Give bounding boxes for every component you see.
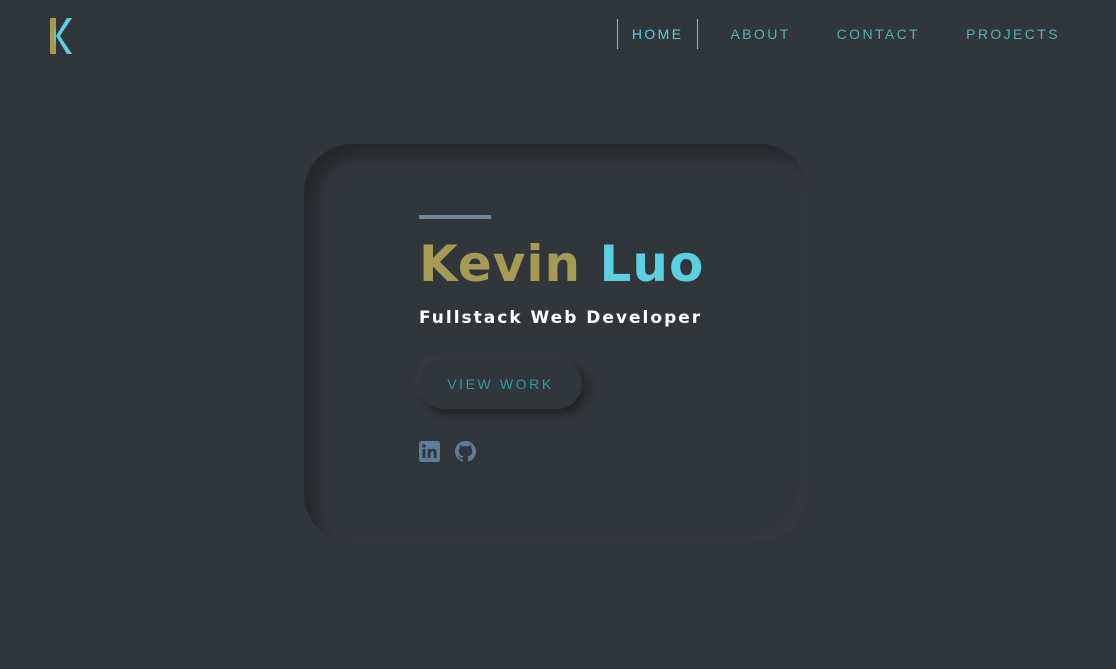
linkedin-link[interactable] (419, 441, 440, 462)
nav-projects[interactable]: PROJECTS (952, 19, 1074, 49)
hero-name: Kevin Luo (419, 232, 704, 296)
nav-about[interactable]: ABOUT (716, 19, 804, 49)
nav-home[interactable]: HOME (616, 19, 699, 49)
site-logo[interactable] (50, 17, 72, 55)
main-nav: HOME ABOUT CONTACT PROJECTS (616, 19, 1074, 49)
last-name: Luo (599, 235, 705, 293)
page: HOME ABOUT CONTACT PROJECTS Kevin Luo Fu… (0, 0, 1116, 669)
logo-k-icon (50, 18, 72, 54)
view-work-button[interactable]: VIEW WORK (419, 359, 582, 409)
github-link[interactable] (455, 441, 476, 462)
accent-line (419, 215, 491, 219)
social-links (419, 441, 476, 462)
hero-role: Fullstack Web Developer (419, 308, 703, 328)
nav-contact[interactable]: CONTACT (823, 19, 934, 49)
hero-card: Kevin Luo Fullstack Web Developer VIEW W… (304, 144, 808, 542)
first-name: Kevin (419, 235, 582, 293)
github-icon (455, 441, 476, 462)
linkedin-icon (419, 441, 440, 462)
